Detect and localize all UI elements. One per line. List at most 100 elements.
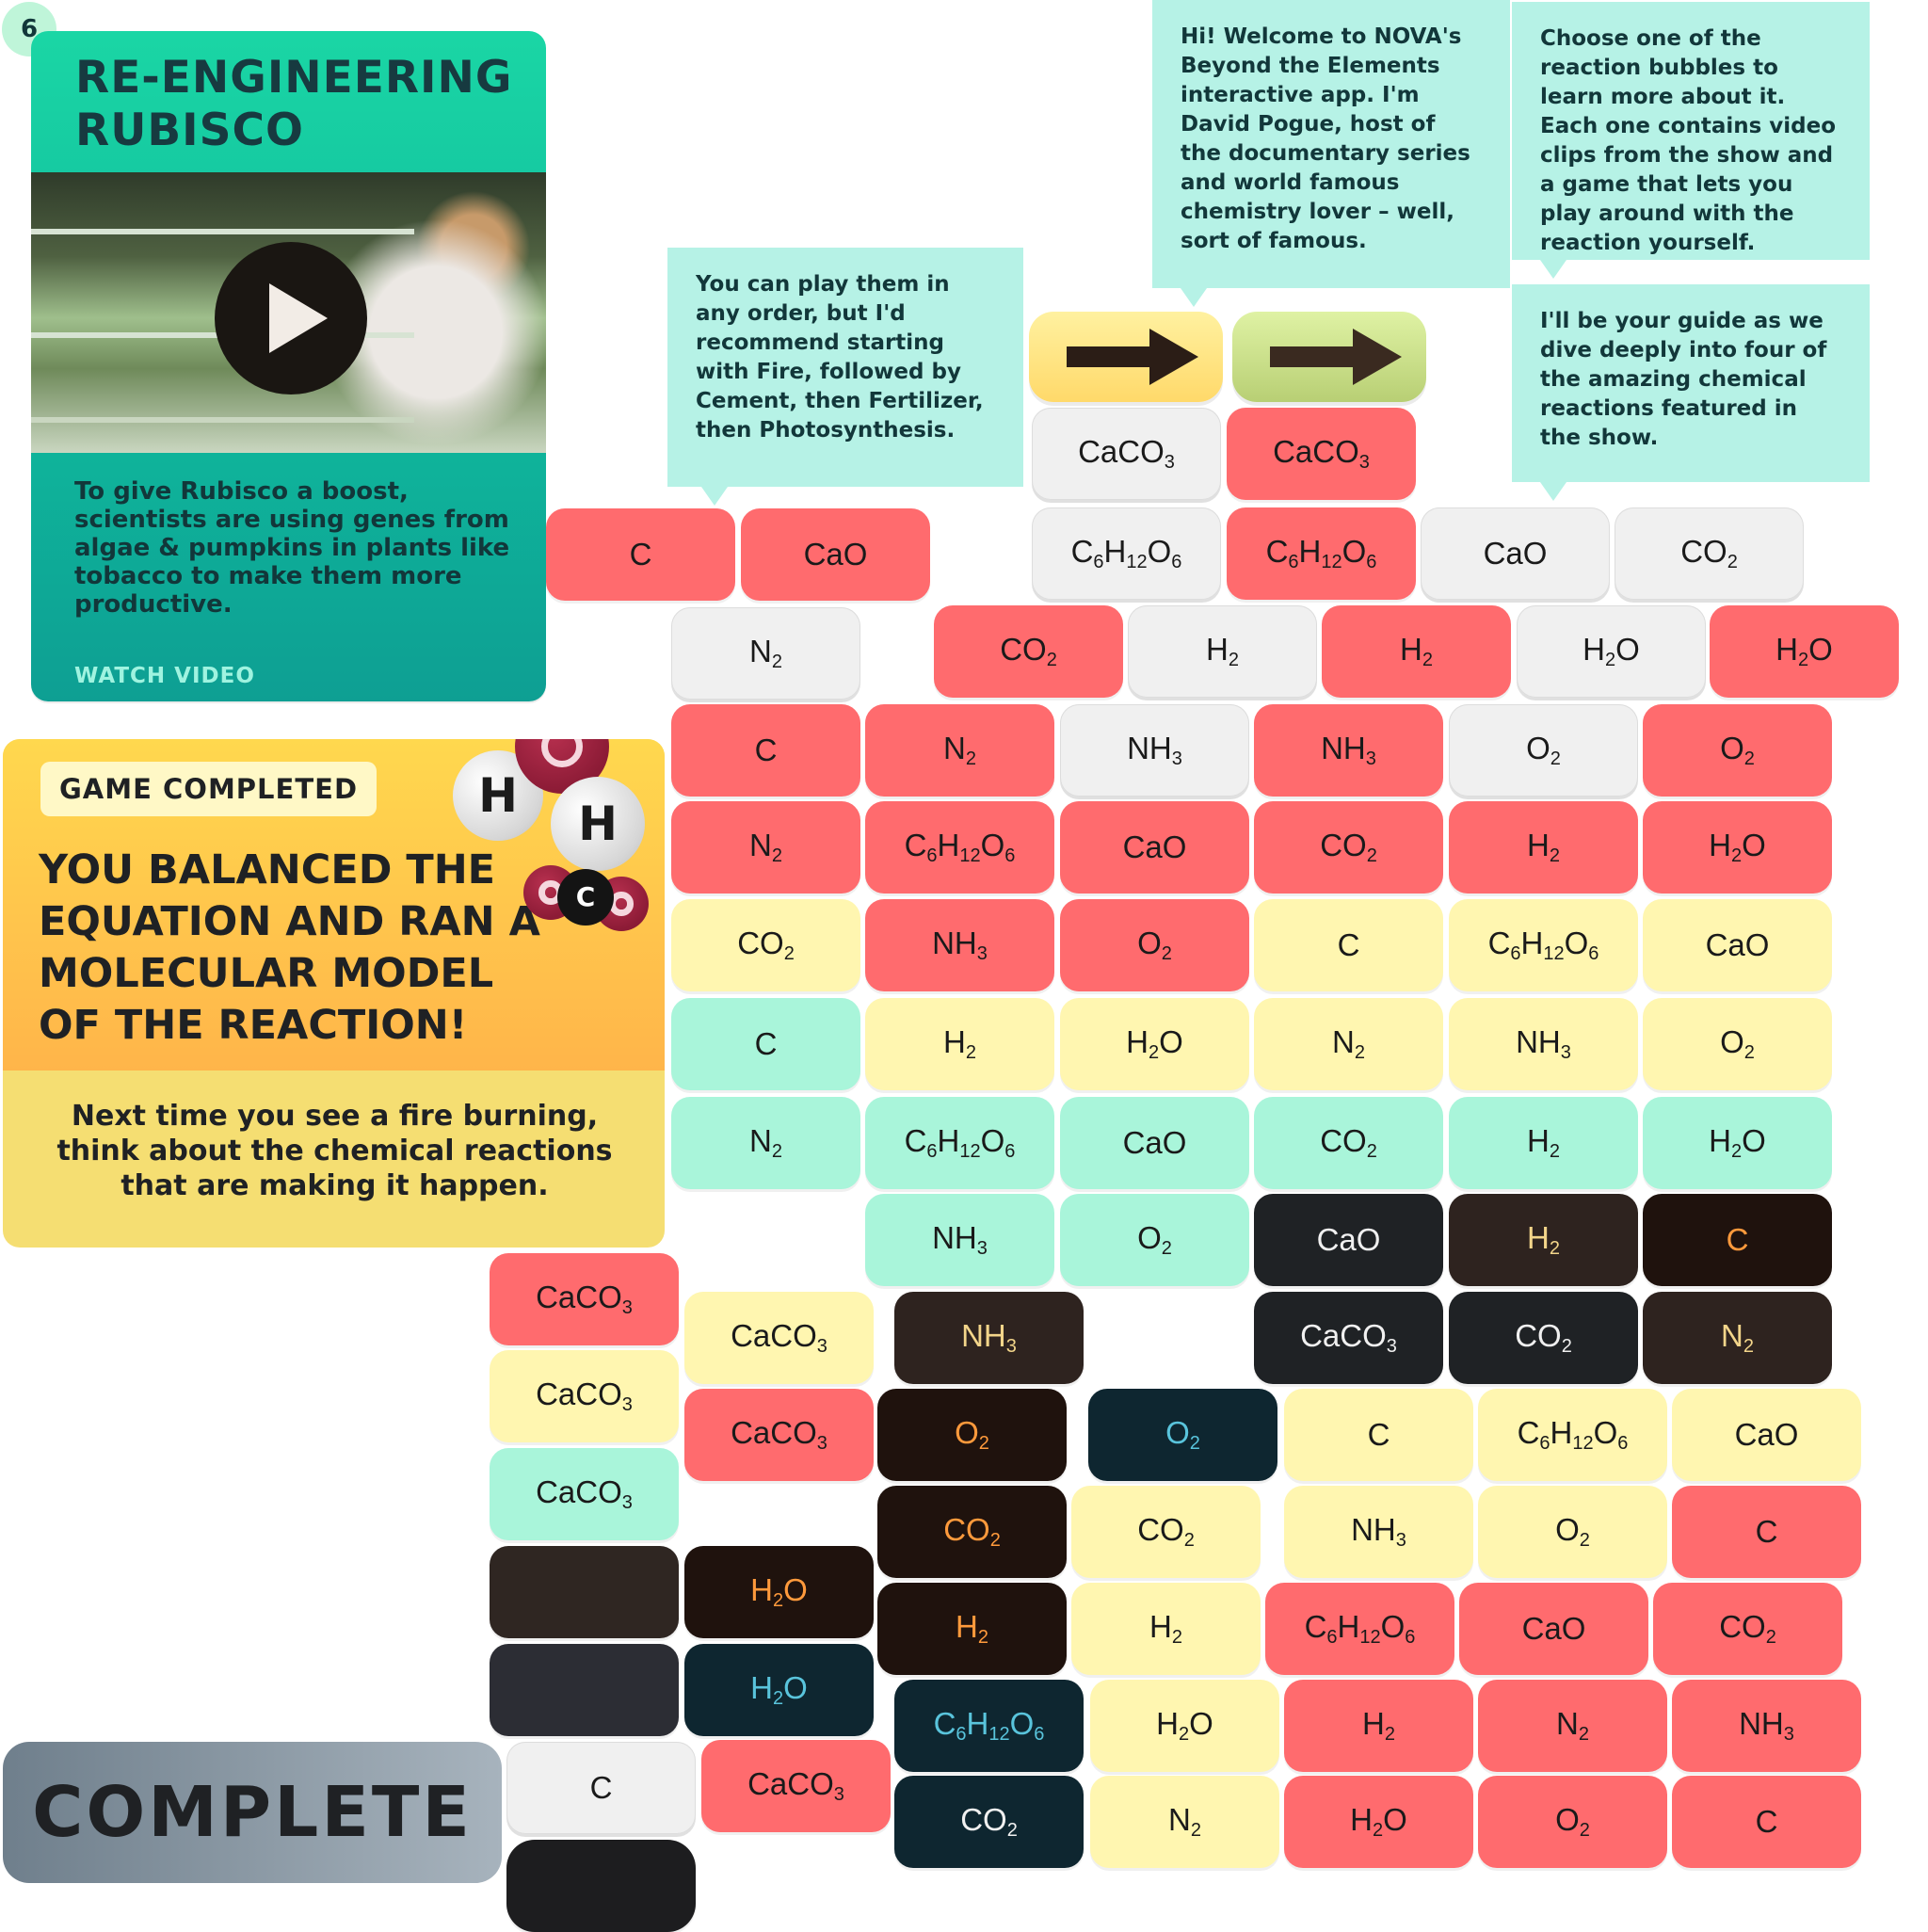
molecule-tile-cao[interactable]: CaO xyxy=(741,508,930,601)
molecule-tile-c6h12o6[interactable]: C6H12O6 xyxy=(865,801,1054,894)
reaction-arrow-tile[interactable] xyxy=(1232,312,1426,402)
molecule-tile-cao[interactable]: CaO xyxy=(1672,1389,1861,1481)
molecule-tile-h2[interactable]: H2 xyxy=(865,998,1054,1090)
molecule-tile-h2[interactable]: H2 xyxy=(1128,605,1317,698)
molecule-tile-h2[interactable]: H2 xyxy=(1071,1583,1261,1675)
molecule-tile-caco3[interactable]: CaCO3 xyxy=(1032,408,1221,500)
molecule-tile-nh3[interactable]: NH3 xyxy=(1284,1486,1473,1578)
molecule-tile-caco3[interactable]: CaCO3 xyxy=(1254,1292,1443,1384)
molecule-tile-c6h12o6[interactable]: C6H12O6 xyxy=(894,1680,1084,1772)
molecule-tile-c[interactable]: C xyxy=(671,704,860,797)
molecule-tile-cao[interactable]: CaO xyxy=(1459,1583,1648,1675)
molecule-tile-h2o[interactable]: H2O xyxy=(1090,1680,1279,1772)
molecule-tile-nh3[interactable]: NH3 xyxy=(1449,998,1638,1090)
molecule-tile-cao[interactable]: CaO xyxy=(1643,899,1832,991)
molecule-tile-caco3[interactable]: CaCO3 xyxy=(701,1740,891,1832)
empty-molecule-tile[interactable] xyxy=(506,1840,696,1932)
video-card[interactable]: RE-ENGINEERING RUBISCO To give Rubisco a… xyxy=(31,31,546,701)
molecule-tile-c6h12o6[interactable]: C6H12O6 xyxy=(1032,507,1221,600)
molecule-tile-caco3[interactable]: CaCO3 xyxy=(490,1448,679,1540)
reaction-arrow-tile[interactable] xyxy=(1029,312,1223,402)
molecule-tile-c6h12o6[interactable]: C6H12O6 xyxy=(1227,507,1416,600)
molecule-tile-c[interactable]: C xyxy=(1672,1776,1861,1868)
molecule-tile-c[interactable]: C xyxy=(671,998,860,1090)
molecule-tile-co2[interactable]: CO2 xyxy=(1071,1486,1261,1578)
empty-molecule-tile[interactable] xyxy=(490,1644,679,1736)
molecule-tile-h2[interactable]: H2 xyxy=(1449,1194,1638,1286)
molecule-tile-h2[interactable]: H2 xyxy=(877,1583,1067,1675)
molecule-tile-c[interactable]: C xyxy=(546,508,735,601)
molecule-tile-caco3[interactable]: CaCO3 xyxy=(490,1350,679,1442)
watch-video-link[interactable]: WATCH VIDEO xyxy=(74,664,255,688)
molecule-tile-nh3[interactable]: NH3 xyxy=(865,1194,1054,1286)
molecule-tile-c6h12o6[interactable]: C6H12O6 xyxy=(1449,899,1638,991)
molecule-tile-c6h12o6[interactable]: C6H12O6 xyxy=(1265,1583,1454,1675)
molecule-tile-caco3[interactable]: CaCO3 xyxy=(684,1292,874,1384)
molecule-tile-h2o[interactable]: H2O xyxy=(684,1546,874,1638)
molecule-tile-co2[interactable]: CO2 xyxy=(877,1486,1067,1578)
molecule-tile-n2[interactable]: N2 xyxy=(1478,1680,1667,1772)
molecule-tile-o2[interactable]: O2 xyxy=(1643,998,1832,1090)
molecule-tile-co2[interactable]: CO2 xyxy=(671,899,860,991)
molecule-tile-h2o[interactable]: H2O xyxy=(1517,605,1706,698)
molecule-tile-o2[interactable]: O2 xyxy=(1060,899,1249,991)
molecule-formula: CO2 xyxy=(1137,1512,1195,1551)
play-icon[interactable] xyxy=(215,242,367,394)
complete-button[interactable]: COMPLETE xyxy=(3,1742,502,1883)
molecule-tile-c[interactable]: C xyxy=(1643,1194,1832,1286)
molecule-tile-nh3[interactable]: NH3 xyxy=(865,899,1054,991)
molecule-tile-o2[interactable]: O2 xyxy=(1478,1776,1667,1868)
molecule-tile-n2[interactable]: N2 xyxy=(671,607,860,700)
molecule-tile-c[interactable]: C xyxy=(1284,1389,1473,1481)
molecule-tile-c[interactable]: C xyxy=(1672,1486,1861,1578)
video-thumbnail[interactable] xyxy=(31,172,546,453)
molecule-tile-caco3[interactable]: CaCO3 xyxy=(1227,408,1416,500)
molecule-tile-nh3[interactable]: NH3 xyxy=(894,1292,1084,1384)
molecule-tile-cao[interactable]: CaO xyxy=(1254,1194,1443,1286)
molecule-tile-n2[interactable]: N2 xyxy=(671,1097,860,1189)
molecule-tile-co2[interactable]: CO2 xyxy=(1254,1097,1443,1189)
molecule-tile-h2[interactable]: H2 xyxy=(1449,1097,1638,1189)
empty-molecule-tile[interactable] xyxy=(490,1546,679,1638)
molecule-tile-c6h12o6[interactable]: C6H12O6 xyxy=(1478,1389,1667,1481)
molecule-tile-co2[interactable]: CO2 xyxy=(1254,801,1443,894)
molecule-tile-co2[interactable]: CO2 xyxy=(934,605,1123,698)
molecule-tile-c6h12o6[interactable]: C6H12O6 xyxy=(865,1097,1054,1189)
molecule-formula: NH3 xyxy=(961,1318,1017,1357)
molecule-tile-h2[interactable]: H2 xyxy=(1284,1680,1473,1772)
molecule-tile-caco3[interactable]: CaCO3 xyxy=(684,1389,874,1481)
molecule-tile-n2[interactable]: N2 xyxy=(865,704,1054,797)
molecule-tile-cao[interactable]: CaO xyxy=(1421,507,1610,600)
molecule-tile-n2[interactable]: N2 xyxy=(1090,1776,1279,1868)
molecule-tile-n2[interactable]: N2 xyxy=(671,801,860,894)
molecule-tile-caco3[interactable]: CaCO3 xyxy=(490,1253,679,1345)
molecule-tile-h2[interactable]: H2 xyxy=(1449,801,1638,894)
molecule-tile-o2[interactable]: O2 xyxy=(1088,1389,1277,1481)
molecule-tile-o2[interactable]: O2 xyxy=(1060,1194,1249,1286)
molecule-tile-n2[interactable]: N2 xyxy=(1643,1292,1832,1384)
molecule-tile-co2[interactable]: CO2 xyxy=(894,1776,1084,1868)
molecule-tile-h2o[interactable]: H2O xyxy=(1643,1097,1832,1189)
molecule-tile-co2[interactable]: CO2 xyxy=(1449,1292,1638,1384)
molecule-tile-nh3[interactable]: NH3 xyxy=(1672,1680,1861,1772)
molecule-tile-nh3[interactable]: NH3 xyxy=(1254,704,1443,797)
molecule-tile-o2[interactable]: O2 xyxy=(877,1389,1067,1481)
molecule-tile-nh3[interactable]: NH3 xyxy=(1060,704,1249,797)
molecule-tile-o2[interactable]: O2 xyxy=(1449,704,1638,797)
molecule-tile-n2[interactable]: N2 xyxy=(1254,998,1443,1090)
molecule-tile-co2[interactable]: CO2 xyxy=(1653,1583,1842,1675)
molecule-tile-o2[interactable]: O2 xyxy=(1478,1486,1667,1578)
molecule-tile-o2[interactable]: O2 xyxy=(1643,704,1832,797)
molecule-tile-h2o[interactable]: H2O xyxy=(1060,998,1249,1090)
molecule-tile-cao[interactable]: CaO xyxy=(1060,801,1249,894)
molecule-tile-h2o[interactable]: H2O xyxy=(684,1644,874,1736)
molecule-tile-h2o[interactable]: H2O xyxy=(1643,801,1832,894)
molecule-tile-h2o[interactable]: H2O xyxy=(1710,605,1899,698)
molecule-tile-h2o[interactable]: H2O xyxy=(1284,1776,1473,1868)
molecule-tile-c[interactable]: C xyxy=(1254,899,1443,991)
molecule-tile-co2[interactable]: CO2 xyxy=(1615,507,1804,600)
molecule-tile-cao[interactable]: CaO xyxy=(1060,1097,1249,1189)
molecule-tile-h2[interactable]: H2 xyxy=(1322,605,1511,698)
molecule-tile-c[interactable]: C xyxy=(506,1742,696,1834)
molecule-formula: C6H12O6 xyxy=(1487,926,1599,964)
